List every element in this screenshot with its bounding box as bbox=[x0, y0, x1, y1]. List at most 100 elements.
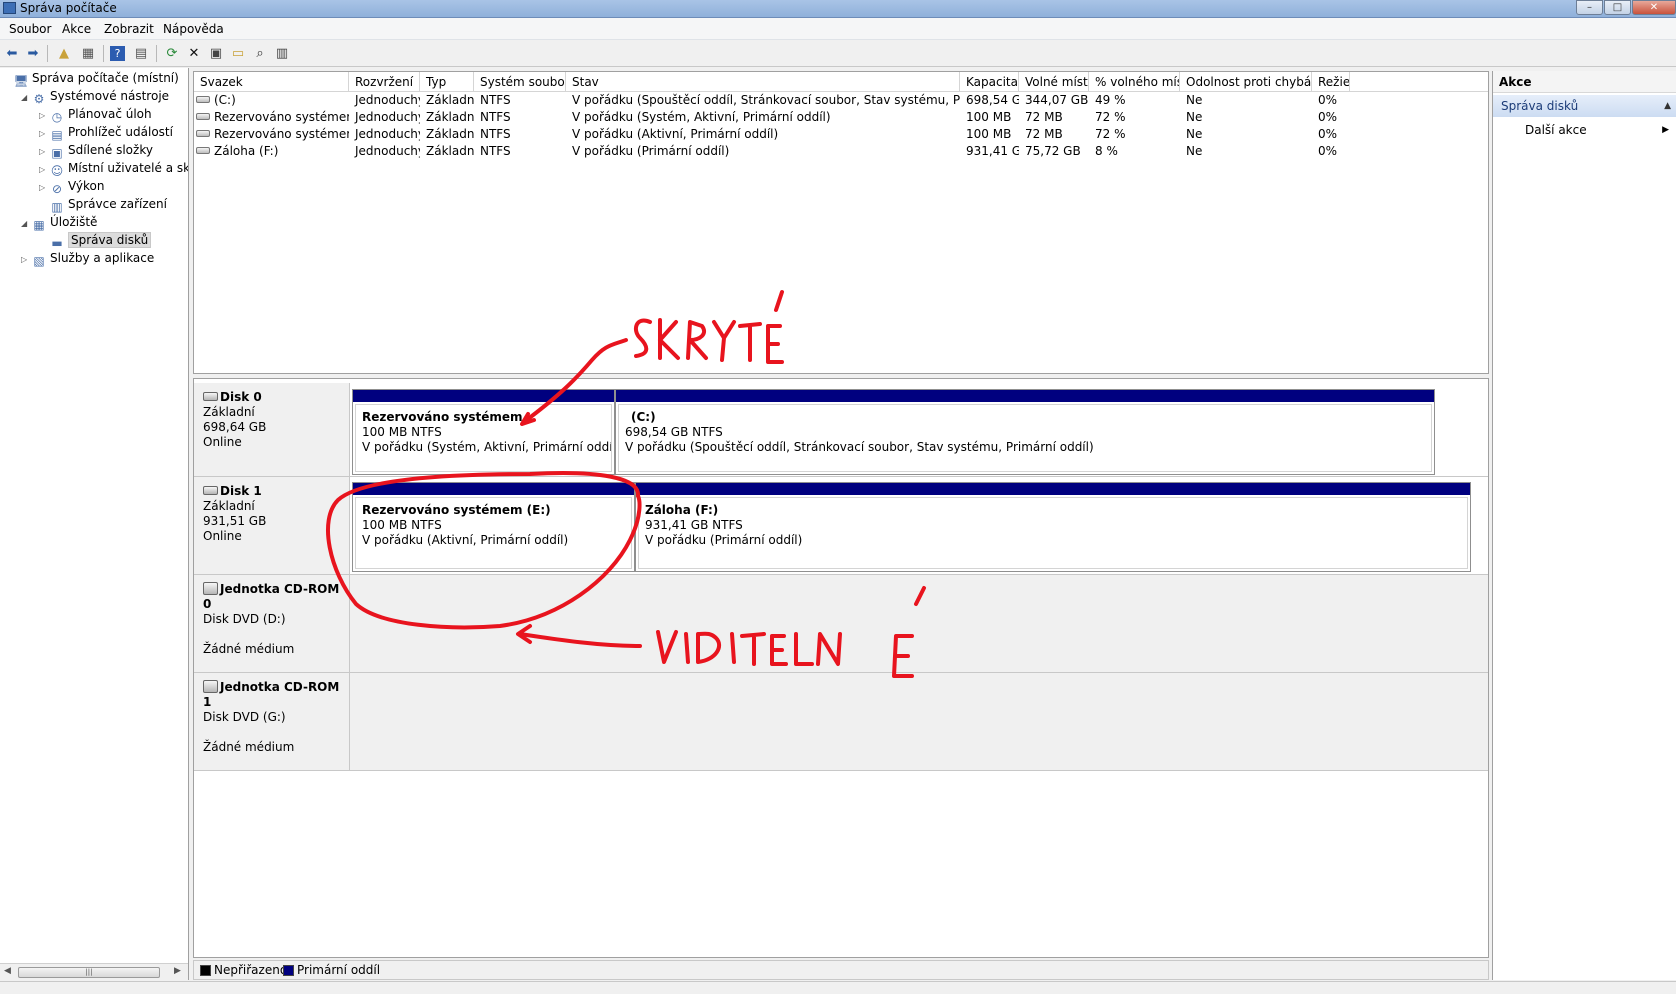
column-header[interactable]: Systém souborů bbox=[474, 72, 566, 92]
column-header[interactable]: Režie bbox=[1312, 72, 1350, 92]
tree-item[interactable]: ▷☺Místní uživatelé a skupiny bbox=[39, 159, 188, 178]
table-row[interactable]: Rezervováno systémem (E:) Jednoduchý Zákla… bbox=[194, 126, 1488, 143]
maximize-button[interactable]: □ bbox=[1604, 0, 1631, 15]
cdrom-1-label[interactable]: Jednotka CD-ROM 1 Disk DVD (G:) Žádné mé… bbox=[194, 673, 350, 770]
actions-section-disk-management[interactable]: Správa disků ▲ bbox=[1493, 95, 1676, 117]
table-cell: V pořádku (Primární oddíl) bbox=[566, 143, 960, 160]
partition-e[interactable]: Rezervováno systémem (E:) 100 MB NTFS V … bbox=[352, 482, 635, 572]
table-cell-text: 0% bbox=[1318, 144, 1338, 158]
tree-item-label: Plánovač úloh bbox=[68, 107, 152, 121]
cdrom-0-row[interactable]: Jednotka CD-ROM 0 Disk DVD (D:) Žádné mé… bbox=[194, 575, 1488, 673]
table-cell-text: Ne bbox=[1186, 144, 1203, 158]
disk-size: 931,51 GB bbox=[203, 514, 267, 528]
menu-akce[interactable]: Akce bbox=[62, 22, 91, 36]
forward-icon[interactable]: ➡ bbox=[24, 44, 42, 62]
cdrom-name: Jednotka CD-ROM 0 bbox=[203, 582, 340, 611]
menu-napoveda[interactable]: Nápověda bbox=[163, 22, 224, 36]
cdrom-drive: Disk DVD (D:) bbox=[203, 612, 286, 626]
tree-item[interactable]: ◢ ▦ Úložiště bbox=[21, 213, 97, 233]
status-bar bbox=[0, 981, 1676, 994]
column-header[interactable]: Svazek bbox=[194, 72, 349, 92]
table-cell-text: 931,41 GB bbox=[966, 144, 1019, 158]
menu-zobrazit[interactable]: Zobrazit bbox=[104, 22, 154, 36]
expand-collapse-icon[interactable]: ◢ bbox=[21, 89, 31, 107]
tree-horizontal-scrollbar[interactable]: ◀ ||| ▶ bbox=[0, 963, 188, 980]
table-row[interactable]: (C:) Jednoduchý Základní NTFS V pořádku (Spo… bbox=[194, 92, 1488, 109]
table-cell-text: 0% bbox=[1318, 127, 1338, 141]
column-header[interactable]: Kapacita bbox=[960, 72, 1019, 92]
cdrom-status: Žádné médium bbox=[203, 740, 295, 754]
hard-disk-icon bbox=[203, 486, 218, 495]
column-header[interactable]: Volné místo bbox=[1019, 72, 1089, 92]
scroll-right-icon[interactable]: ▶ bbox=[174, 966, 181, 976]
more-actions-item[interactable]: Další akce ▶ bbox=[1493, 119, 1676, 141]
up-icon[interactable]: ▲ bbox=[55, 44, 73, 62]
table-cell: (C:) bbox=[194, 92, 349, 109]
table-cell-text: V pořádku (Aktivní, Primární oddíl) bbox=[572, 127, 779, 141]
expand-collapse-icon[interactable]: ▷ bbox=[21, 251, 31, 269]
partition-f[interactable]: Záloha (F:) 931,41 GB NTFS V pořádku (Pr… bbox=[635, 482, 1471, 572]
properties-icon[interactable]: ▤ bbox=[132, 44, 150, 62]
table-cell: Základní bbox=[420, 109, 474, 126]
table-cell-text: Základní bbox=[426, 144, 474, 158]
column-header[interactable]: Stav bbox=[566, 72, 960, 92]
open-icon[interactable]: ▭ bbox=[229, 44, 247, 62]
table-cell: 698,54 GB bbox=[960, 92, 1019, 109]
table-cell: 72 MB bbox=[1019, 126, 1089, 143]
table-cell: V pořádku (Systém, Aktivní, Primární odd… bbox=[566, 109, 960, 126]
tree-item[interactable]: ▷ ⊘ Výkon bbox=[39, 177, 104, 196]
table-cell: Rezervováno systémem bbox=[194, 109, 349, 126]
scroll-left-icon[interactable]: ◀ bbox=[4, 966, 11, 976]
cdrom-1-row[interactable]: Jednotka CD-ROM 1 Disk DVD (G:) Žádné mé… bbox=[194, 673, 1488, 771]
table-cell-text: 0% bbox=[1318, 93, 1338, 107]
table-cell: 0% bbox=[1312, 126, 1350, 143]
tree-item[interactable]: ▷ ▧ Služby a aplikace bbox=[21, 249, 154, 269]
back-icon[interactable]: ⬅ bbox=[3, 44, 21, 62]
export-icon[interactable]: ▥ bbox=[273, 44, 291, 62]
close-button[interactable]: ✕ bbox=[1632, 0, 1676, 15]
table-cell: Ne bbox=[1180, 143, 1312, 160]
more-actions-label: Další akce bbox=[1525, 123, 1587, 137]
cdrom-0-label[interactable]: Jednotka CD-ROM 0 Disk DVD (D:) Žádné mé… bbox=[194, 575, 350, 672]
disk-0-row[interactable]: Disk 0 Základní 698,64 GB Online Rezervo… bbox=[194, 383, 1488, 477]
disk-1-label[interactable]: Disk 1 Základní 931,51 GB Online bbox=[194, 477, 350, 574]
expand-collapse-icon[interactable]: ◢ bbox=[21, 215, 31, 233]
table-row[interactable]: Záloha (F:) Jednoduchý Základní NTFS V pořád… bbox=[194, 143, 1488, 160]
tree-item[interactable]: ◢ ⚙ Systémové nástroje bbox=[21, 87, 169, 107]
show-hide-tree-icon[interactable]: ▦ bbox=[79, 44, 97, 62]
table-row[interactable]: Rezervováno systémem Jednoduchý Základní NT… bbox=[194, 109, 1488, 126]
table-cell-text: V pořádku (Spouštěcí oddíl, Stránkovací … bbox=[572, 93, 960, 107]
event-viewer-icon: ▤ bbox=[51, 128, 63, 142]
column-header[interactable]: Typ bbox=[420, 72, 474, 92]
window-title: Správa počítače bbox=[20, 1, 117, 15]
disk-1-row[interactable]: Disk 1 Základní 931,51 GB Online Rezervo… bbox=[194, 477, 1488, 575]
disk-0-label[interactable]: Disk 0 Základní 698,64 GB Online bbox=[194, 383, 350, 476]
partition-c[interactable]: (C:) 698,54 GB NTFS V pořádku (Spouštěcí… bbox=[615, 389, 1435, 475]
properties-sheet-icon[interactable]: ▣ bbox=[207, 44, 225, 62]
tree-item[interactable]: ▬ Správa disků bbox=[39, 231, 152, 250]
help-icon[interactable]: ? bbox=[110, 46, 125, 61]
refresh-icon[interactable]: ⟳ bbox=[163, 44, 181, 62]
delete-icon[interactable]: ✕ bbox=[185, 44, 203, 62]
search-icon[interactable]: ⌕ bbox=[251, 44, 269, 62]
table-cell-text: NTFS bbox=[480, 127, 511, 141]
partition-system-reserved[interactable]: Rezervováno systémem 100 MB NTFS V pořád… bbox=[352, 389, 615, 475]
collapse-icon[interactable]: ▲ bbox=[1664, 95, 1671, 117]
column-header[interactable]: Odolnost proti chybám bbox=[1180, 72, 1312, 92]
tree-item[interactable]: ▷ ▣ Sdílené složky bbox=[39, 141, 153, 160]
table-cell: Jednoduchý bbox=[349, 109, 420, 126]
tree-item[interactable]: ▥ Správce zařízení bbox=[39, 195, 167, 214]
clock-icon: ◷ bbox=[51, 110, 63, 124]
column-header[interactable]: Rozvržení bbox=[349, 72, 420, 92]
tree-item[interactable]: ▷ ◷ Plánovač úloh bbox=[39, 105, 152, 124]
cdrom-status: Žádné médium bbox=[203, 642, 295, 656]
table-cell-text: Základní bbox=[426, 93, 474, 107]
tree-item[interactable]: ▷ ▤ Prohlížeč událostí bbox=[39, 123, 173, 142]
table-cell: V pořádku (Spouštěcí oddíl, Stránkovací … bbox=[566, 92, 960, 109]
tree-item[interactable]: 🖥 Správa počítače (místní) bbox=[3, 69, 178, 88]
table-cell-text: Rezervováno systémem (E:) bbox=[214, 127, 349, 141]
menu-soubor[interactable]: Soubor bbox=[9, 22, 51, 36]
column-header[interactable]: % volného místa bbox=[1089, 72, 1180, 92]
minimize-button[interactable]: – bbox=[1576, 0, 1603, 15]
scroll-thumb[interactable]: ||| bbox=[18, 967, 160, 978]
